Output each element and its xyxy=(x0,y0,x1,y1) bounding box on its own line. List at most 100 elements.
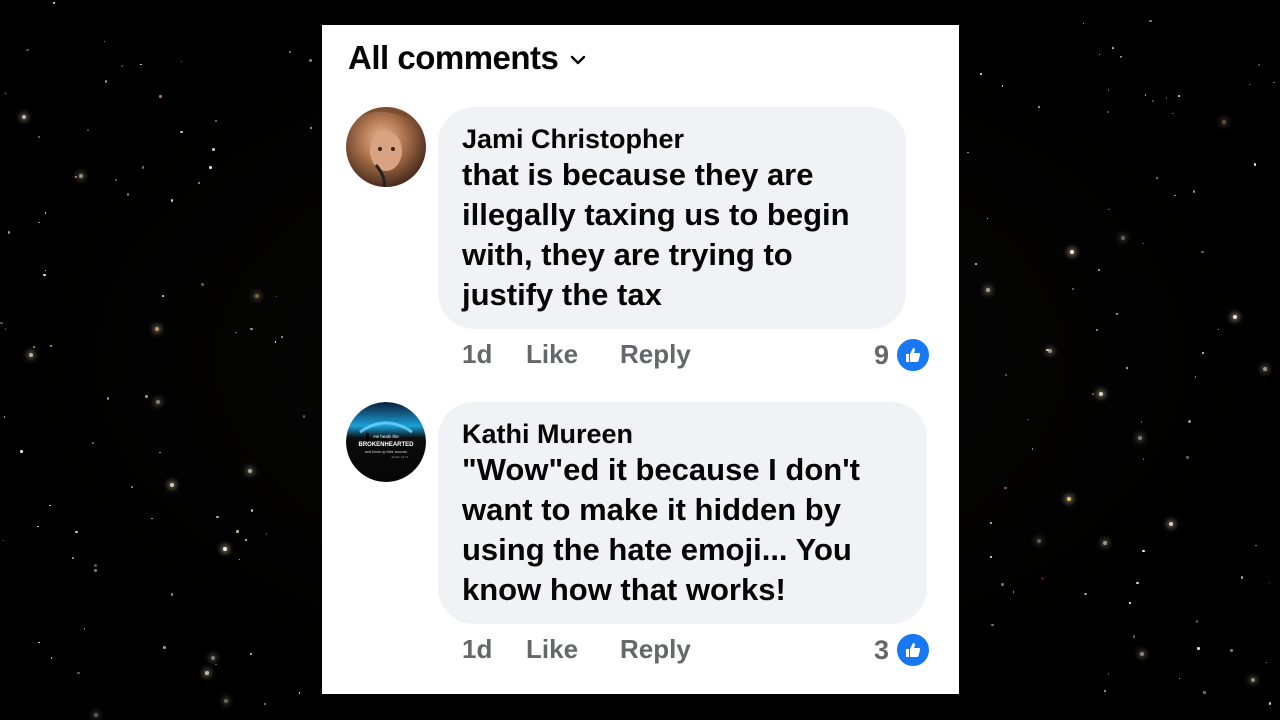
star xyxy=(309,59,312,62)
star xyxy=(1104,690,1106,692)
star xyxy=(1240,576,1244,579)
star xyxy=(170,483,175,488)
star xyxy=(131,486,133,488)
star xyxy=(1253,163,1257,166)
like-button[interactable]: Like xyxy=(526,634,620,665)
star xyxy=(170,593,174,596)
star xyxy=(1149,19,1152,23)
comment-bubble: Kathi Mureen "Wow"ed it because I don't … xyxy=(438,402,927,624)
star xyxy=(1082,22,1085,25)
comment-author[interactable]: Jami Christopher xyxy=(462,123,882,155)
star xyxy=(1268,702,1272,705)
avatar[interactable] xyxy=(346,107,426,187)
star xyxy=(1255,544,1257,547)
star xyxy=(1126,367,1128,369)
reply-button[interactable]: Reply xyxy=(620,339,691,370)
star xyxy=(1027,418,1029,421)
star xyxy=(238,558,241,561)
star xyxy=(38,641,40,644)
star xyxy=(1174,194,1176,197)
comments-sort-label: All comments xyxy=(348,39,559,76)
star xyxy=(967,151,969,154)
star xyxy=(1202,352,1204,354)
star xyxy=(990,522,992,524)
star xyxy=(1031,448,1034,450)
comment-timestamp[interactable]: 1d xyxy=(462,339,526,370)
star xyxy=(1098,53,1101,56)
star xyxy=(1112,47,1114,49)
star xyxy=(1268,581,1271,584)
like-button[interactable]: Like xyxy=(526,339,620,370)
star xyxy=(120,64,124,68)
star xyxy=(222,546,227,551)
star xyxy=(103,40,106,43)
star xyxy=(1217,328,1220,330)
star xyxy=(265,533,268,535)
comments-header[interactable]: All comments xyxy=(348,39,588,77)
reaction-count: 3 xyxy=(874,634,890,665)
star xyxy=(1136,581,1139,585)
star xyxy=(309,126,313,130)
comment-item: He heals the BROKENHEARTED and binds up … xyxy=(346,402,946,672)
star xyxy=(1107,673,1110,675)
star xyxy=(29,353,34,358)
reply-button[interactable]: Reply xyxy=(620,634,691,665)
star xyxy=(141,166,145,169)
reaction-summary[interactable]: 9 xyxy=(874,337,932,373)
star xyxy=(201,283,204,286)
star xyxy=(26,48,29,52)
star xyxy=(180,60,183,63)
comment-actions: 1d Like Reply xyxy=(462,634,691,665)
star xyxy=(43,273,46,277)
star xyxy=(250,509,254,512)
star xyxy=(1142,458,1145,460)
star xyxy=(298,692,301,694)
avatar[interactable]: He heals the BROKENHEARTED and binds up … xyxy=(346,402,426,482)
star xyxy=(1084,592,1087,596)
star xyxy=(1195,620,1199,623)
star xyxy=(250,653,252,655)
star xyxy=(986,217,989,220)
star xyxy=(263,702,267,706)
star xyxy=(1091,392,1095,396)
star xyxy=(255,294,260,299)
star xyxy=(106,397,110,400)
star xyxy=(211,656,216,661)
comment-author[interactable]: Kathi Mureen xyxy=(462,418,903,450)
star xyxy=(986,288,991,293)
star xyxy=(975,263,977,265)
star xyxy=(1001,85,1004,87)
star xyxy=(1172,112,1174,115)
star xyxy=(92,442,94,444)
star xyxy=(38,221,40,224)
star xyxy=(159,95,162,98)
avatar-text-line1: He heals the xyxy=(373,434,399,439)
chevron-down-icon[interactable] xyxy=(568,50,588,70)
star xyxy=(53,2,55,4)
comment-timestamp[interactable]: 1d xyxy=(462,634,526,665)
star xyxy=(20,450,23,453)
star xyxy=(104,80,108,83)
reaction-summary[interactable]: 3 xyxy=(874,632,932,668)
star xyxy=(980,73,982,75)
star xyxy=(1186,456,1189,459)
star xyxy=(4,92,7,95)
star xyxy=(250,327,253,331)
star xyxy=(180,130,183,134)
star xyxy=(151,517,153,520)
star xyxy=(170,199,174,202)
star xyxy=(159,451,161,454)
avatar-text-line4: Psalm 147:3 xyxy=(392,455,409,459)
star xyxy=(1066,497,1071,502)
star xyxy=(1168,521,1173,526)
star xyxy=(1095,328,1099,332)
star xyxy=(83,628,85,630)
star xyxy=(1140,421,1143,423)
star xyxy=(37,135,41,139)
star xyxy=(215,120,217,122)
star xyxy=(1249,83,1251,86)
star xyxy=(215,663,217,666)
star xyxy=(1116,313,1118,315)
star xyxy=(1132,635,1136,638)
star xyxy=(1188,420,1191,423)
